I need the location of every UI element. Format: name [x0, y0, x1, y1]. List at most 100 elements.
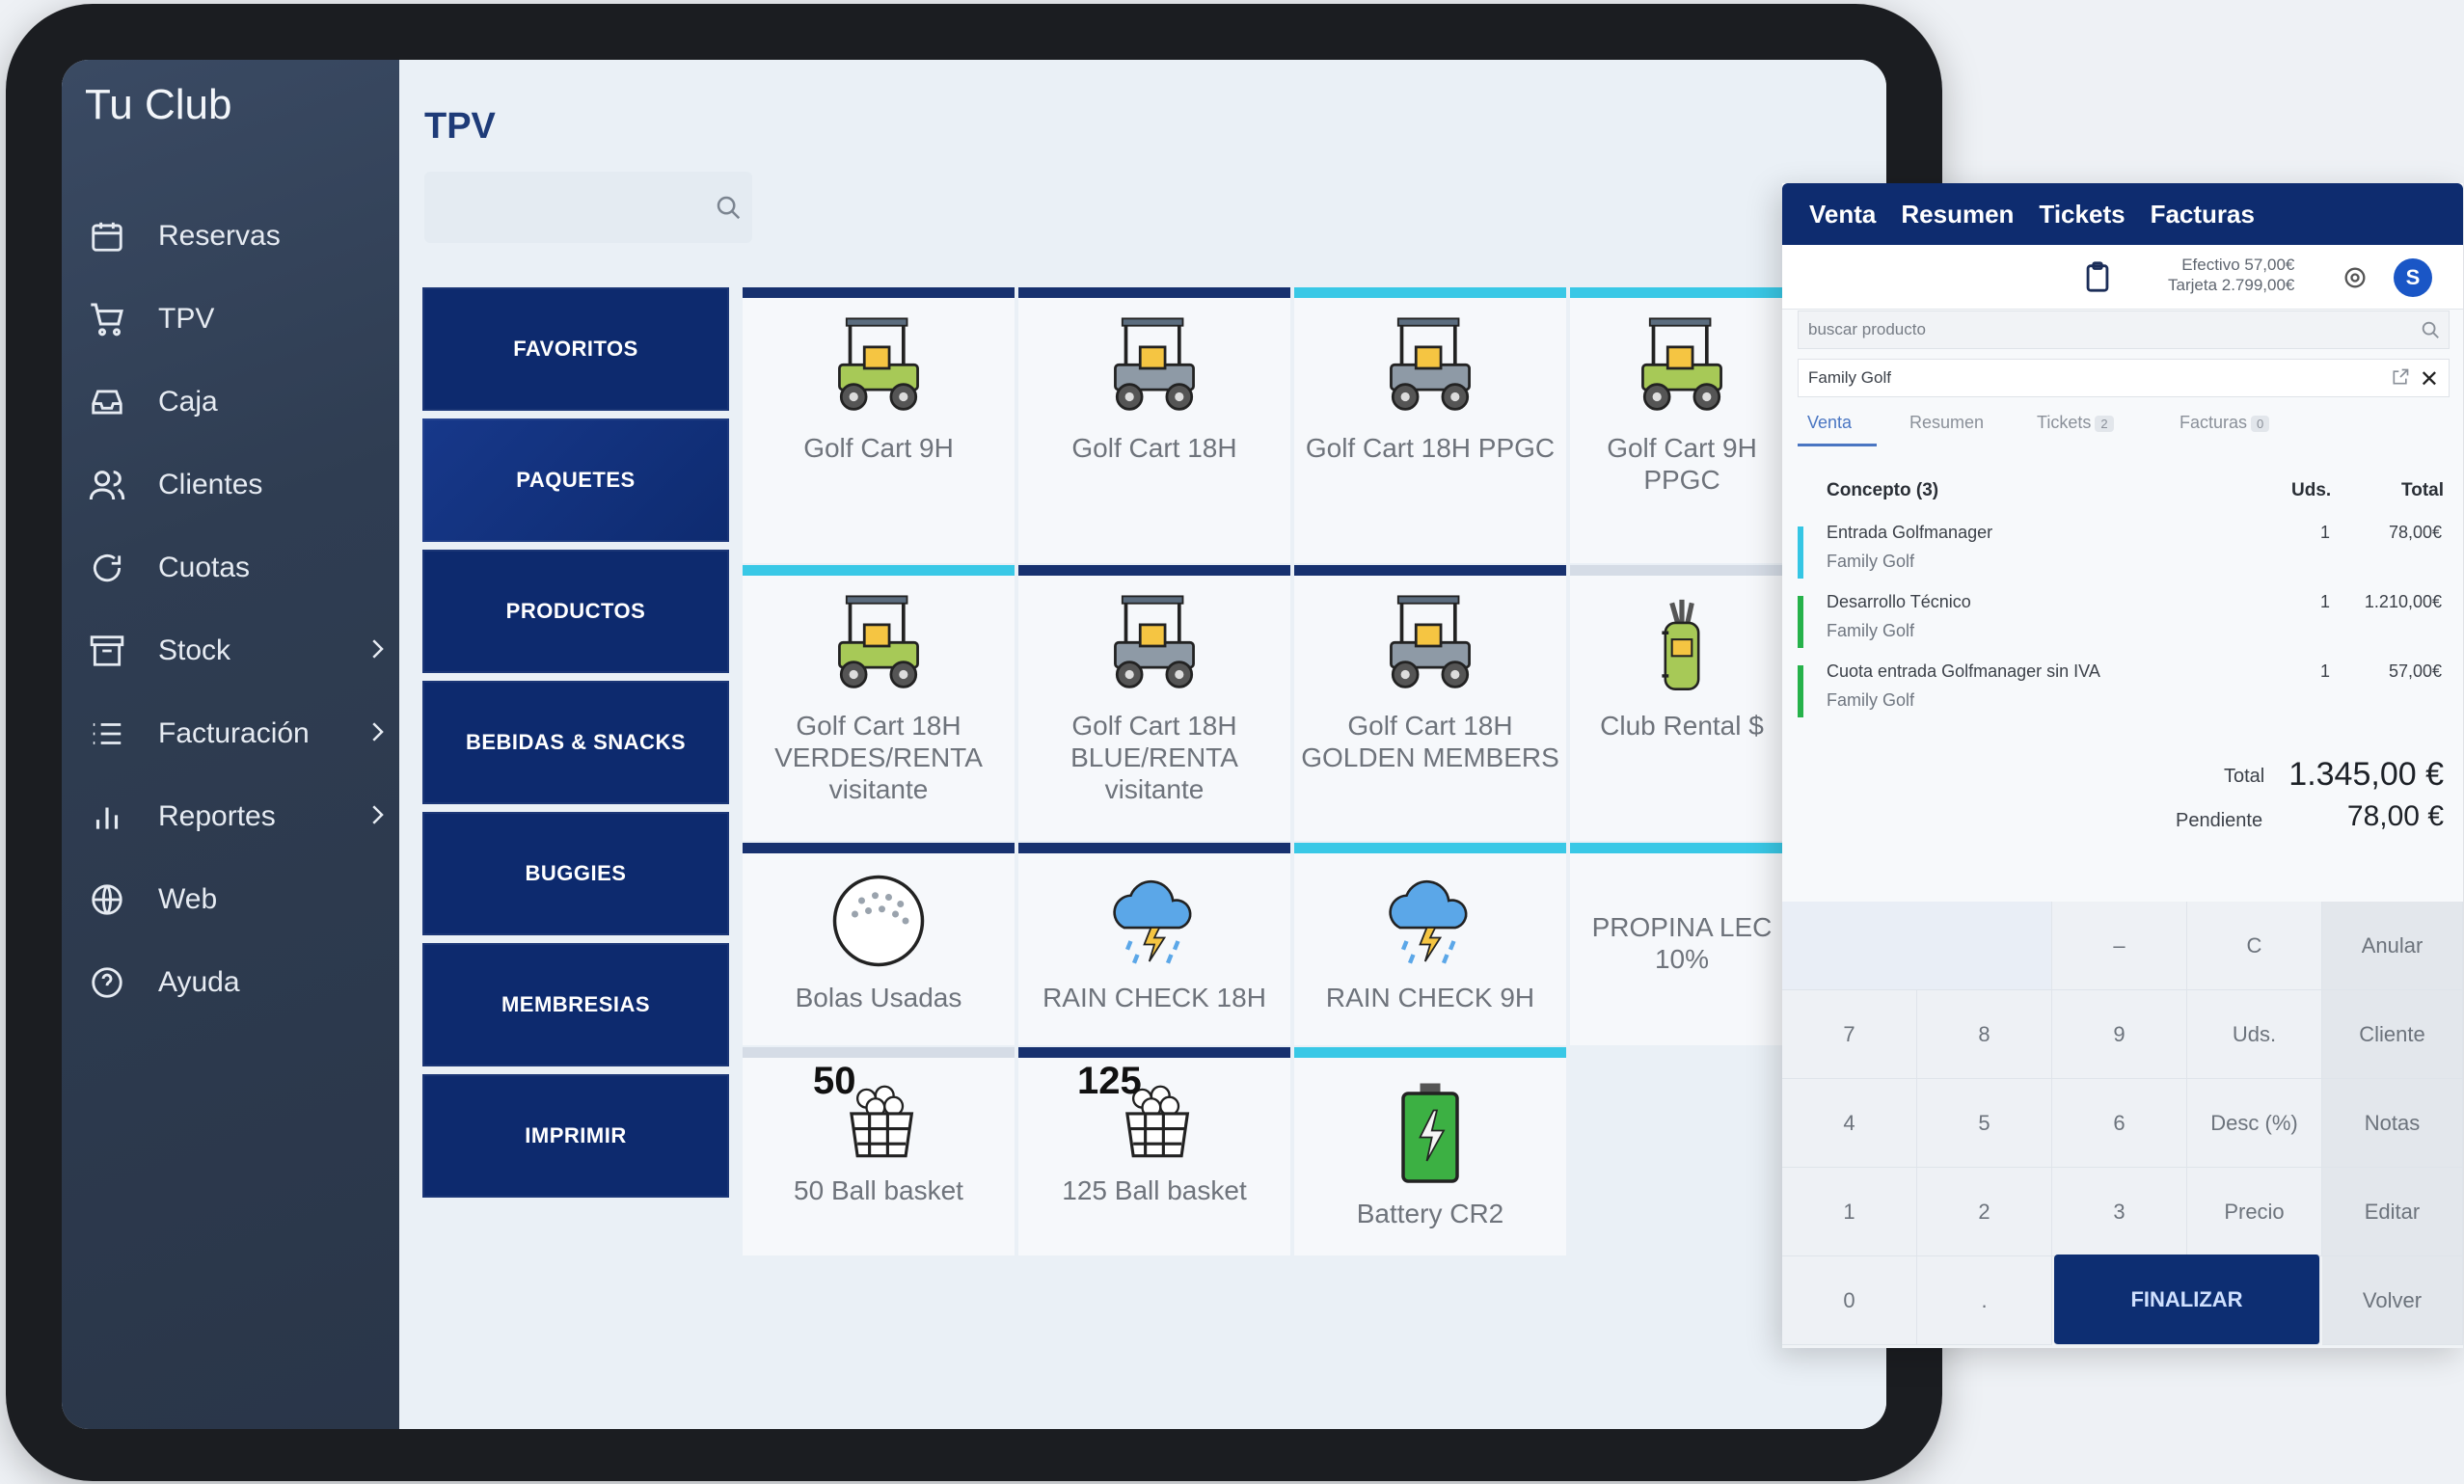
- product-name: Golf Cart 9H PPGC: [1607, 433, 1757, 495]
- product-tile[interactable]: Bolas Usadas: [743, 843, 1015, 1045]
- product-name: Golf Cart 18H PPGC: [1305, 433, 1556, 463]
- product-tile[interactable]: Golf Cart 9H: [743, 287, 1015, 563]
- sidebar-item-web[interactable]: Web: [62, 866, 399, 933]
- product-name: 50 Ball basket: [794, 1175, 963, 1205]
- key-7[interactable]: 7: [1782, 990, 1917, 1079]
- product-tile[interactable]: Battery CR2: [1294, 1047, 1566, 1255]
- sidebar-item-ayuda[interactable]: Ayuda: [62, 949, 399, 1016]
- key-cliente[interactable]: Cliente: [2322, 990, 2463, 1079]
- key-minus[interactable]: –: [2052, 902, 2187, 990]
- ticket-line[interactable]: Cuota entrada Golfmanager sin IVA Family…: [1798, 661, 2450, 723]
- tab-facturas[interactable]: Facturas 0: [2180, 413, 2270, 433]
- product-tile[interactable]: PROPINA LEC 10%: [1570, 843, 1794, 1045]
- key-precio[interactable]: Precio: [2187, 1168, 2322, 1256]
- gear-icon[interactable]: [2342, 264, 2369, 296]
- key-volver[interactable]: Volver: [2322, 1256, 2463, 1345]
- sidebar-item-tpv[interactable]: TPV: [62, 285, 399, 353]
- ticket-line[interactable]: Entrada Golfmanager Family Golf 1 78,00€: [1798, 523, 2450, 584]
- key-9[interactable]: 9: [2052, 990, 2187, 1079]
- sidebar-item-label: Stock: [158, 634, 231, 666]
- key-6[interactable]: 6: [2052, 1079, 2187, 1168]
- key-editar[interactable]: Editar: [2322, 1168, 2463, 1256]
- refresh-icon: [85, 546, 129, 590]
- key-3[interactable]: 3: [2052, 1168, 2187, 1256]
- sidebar-item-label: Reportes: [158, 800, 276, 832]
- sidebar-item-cuotas[interactable]: Cuotas: [62, 534, 399, 602]
- ticket-line[interactable]: Desarrollo Técnico Family Golf 1 1.210,0…: [1798, 592, 2450, 654]
- list-icon: [85, 712, 129, 756]
- search-icon[interactable]: [714, 193, 743, 227]
- search-input[interactable]: [424, 172, 714, 243]
- product-search-field[interactable]: buscar producto: [1798, 310, 2450, 349]
- product-tile[interactable]: Golf Cart 18H: [1018, 287, 1290, 563]
- sidebar-item-reservas[interactable]: Reservas: [62, 202, 399, 270]
- key-uds[interactable]: Uds.: [2187, 990, 2322, 1079]
- product-tile[interactable]: 125 125 Ball basket: [1018, 1047, 1290, 1255]
- product-tile[interactable]: RAIN CHECK 9H: [1294, 843, 1566, 1045]
- category-paquetes[interactable]: PAQUETES: [422, 418, 729, 542]
- line-total: 1.210,00€: [2364, 592, 2442, 611]
- category-favoritos[interactable]: FAVORITOS: [422, 287, 729, 411]
- top-tab-resumen[interactable]: Resumen: [1901, 200, 2014, 229]
- category-imprimir[interactable]: IMPRIMIR: [422, 1074, 729, 1198]
- category-membresias[interactable]: MEMBRESIAS: [422, 943, 729, 1066]
- product-tile[interactable]: RAIN CHECK 18H: [1018, 843, 1290, 1045]
- tab-venta[interactable]: Venta: [1807, 413, 1852, 433]
- key-anular[interactable]: Anular: [2322, 902, 2463, 990]
- finalize-button[interactable]: FINALIZAR: [2054, 1255, 2320, 1345]
- tab-resumen[interactable]: Resumen: [1909, 413, 1984, 433]
- product-name: RAIN CHECK 18H: [1042, 983, 1266, 1012]
- top-tab-facturas[interactable]: Facturas: [2151, 200, 2255, 229]
- key-8[interactable]: 8: [1917, 990, 2052, 1079]
- key-4[interactable]: 4: [1782, 1079, 1917, 1168]
- help-icon: [85, 960, 129, 1005]
- sidebar-item-clientes[interactable]: Clientes: [62, 451, 399, 519]
- product-tile[interactable]: Golf Cart 9H PPGC: [1570, 287, 1794, 563]
- key-decimal[interactable]: .: [1917, 1256, 2052, 1345]
- key-notas[interactable]: Notas: [2322, 1079, 2463, 1168]
- key-clear[interactable]: C: [2187, 902, 2322, 990]
- product-tile[interactable]: Golf Cart 18H GOLDEN MEMBERS: [1294, 565, 1566, 841]
- product-tile[interactable]: Golf Cart 18H PPGC: [1294, 287, 1566, 563]
- search-icon[interactable]: [2420, 319, 2441, 345]
- tab-tickets[interactable]: Tickets 2: [2037, 413, 2114, 433]
- top-tab-venta[interactable]: Venta: [1809, 200, 1876, 229]
- bar-chart-icon: [85, 795, 129, 839]
- product-tile[interactable]: Club Rental $: [1570, 565, 1794, 841]
- count-badge: 2: [2095, 416, 2114, 432]
- key-discount[interactable]: Desc (%): [2187, 1079, 2322, 1168]
- key-1[interactable]: 1: [1782, 1168, 1917, 1256]
- customer-field[interactable]: Family Golf ✕: [1798, 359, 2450, 397]
- golf-cart-icon: [822, 589, 935, 710]
- sidebar-item-facturacion[interactable]: Facturación: [62, 700, 399, 768]
- key-0[interactable]: 0: [1782, 1256, 1917, 1345]
- line-color-bar: [1798, 526, 1803, 579]
- category-productos[interactable]: PRODUCTOS: [422, 550, 729, 673]
- total-value: 1.345,00 €: [2288, 756, 2444, 793]
- sidebar-item-reportes[interactable]: Reportes: [62, 783, 399, 850]
- golf-ball-icon: [825, 867, 933, 982]
- storm-cloud-icon: [1097, 867, 1211, 982]
- key-5[interactable]: 5: [1917, 1079, 2052, 1168]
- sidebar-item-caja[interactable]: Caja: [62, 368, 399, 436]
- sidebar-item-label: Reservas: [158, 220, 281, 252]
- category-bebidas-snacks[interactable]: BEBIDAS & SNACKS: [422, 681, 729, 804]
- golf-cart-icon: [1097, 589, 1211, 710]
- line-total: 78,00€: [2388, 523, 2442, 542]
- key-2[interactable]: 2: [1917, 1168, 2052, 1256]
- product-name: PROPINA LEC 10%: [1591, 912, 1773, 974]
- golf-bag-icon: [1629, 589, 1735, 710]
- avatar[interactable]: S: [2394, 258, 2432, 297]
- sidebar-item-stock[interactable]: Stock: [62, 617, 399, 685]
- amount-display: [1782, 902, 2052, 990]
- ball-basket-icon: 50: [813, 1060, 927, 1174]
- product-tile[interactable]: 50 50 Ball basket: [743, 1047, 1015, 1255]
- product-tile[interactable]: Golf Cart 18H BLUE/RENTA visitante: [1018, 565, 1290, 841]
- close-icon[interactable]: ✕: [2420, 365, 2439, 393]
- external-link-icon[interactable]: [2391, 367, 2410, 391]
- battery-icon: [1396, 1077, 1464, 1198]
- clipboard-icon[interactable]: [2081, 260, 2114, 298]
- category-buggies[interactable]: BUGGIES: [422, 812, 729, 935]
- product-tile[interactable]: Golf Cart 18H VERDES/RENTA visitante: [743, 565, 1015, 841]
- top-tab-tickets[interactable]: Tickets: [2039, 200, 2125, 229]
